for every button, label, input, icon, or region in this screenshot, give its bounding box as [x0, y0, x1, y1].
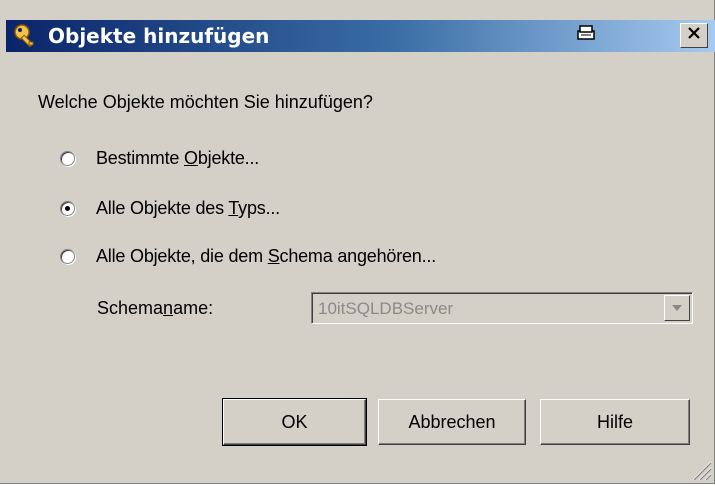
radio-label: Alle Objekte, die dem Schema angehören..… [96, 245, 437, 266]
radio-button[interactable] [60, 248, 75, 264]
radio-all-objects-of-type[interactable]: Alle Objekte des Typs... [60, 196, 280, 220]
schema-name-dropdown[interactable]: 10itSQLDBServer [311, 292, 693, 324]
question-label: Welche Objekte möchten Sie hinzufügen? [38, 92, 373, 112]
schema-name-label: Schemaname: [97, 298, 214, 318]
radio-all-objects-of-schema[interactable]: Alle Objekte, die dem Schema angehören..… [60, 244, 436, 268]
chevron-down-icon [671, 299, 683, 317]
ok-button[interactable]: OK [222, 398, 367, 446]
close-button[interactable] [680, 23, 708, 48]
title-bar[interactable]: Objekte hinzufügen [6, 8, 715, 64]
dialog-title: Objekte hinzufügen [48, 24, 270, 48]
cancel-button[interactable]: Abbrechen [378, 399, 526, 445]
title-bar-background: Objekte hinzufügen [6, 20, 715, 52]
print-button[interactable] [572, 23, 600, 48]
radio-button[interactable] [60, 150, 75, 166]
help-button[interactable]: Hilfe [540, 399, 690, 445]
key-icon [12, 22, 40, 50]
dialog-window: Objekte hinzufügen Welche Objekte möchte… [0, 0, 715, 484]
radio-button[interactable] [60, 200, 75, 216]
radio-label: Alle Objekte des Typs... [96, 197, 280, 218]
resize-grip-icon[interactable] [690, 459, 712, 481]
schema-name-value: 10itSQLDBServer [318, 299, 454, 318]
radio-label: Bestimmte Objekte... [96, 147, 260, 168]
print-icon [575, 23, 597, 48]
close-icon [687, 26, 701, 45]
radio-specific-objects[interactable]: Bestimmte Objekte... [60, 146, 259, 170]
dropdown-arrow-button[interactable] [664, 295, 690, 321]
